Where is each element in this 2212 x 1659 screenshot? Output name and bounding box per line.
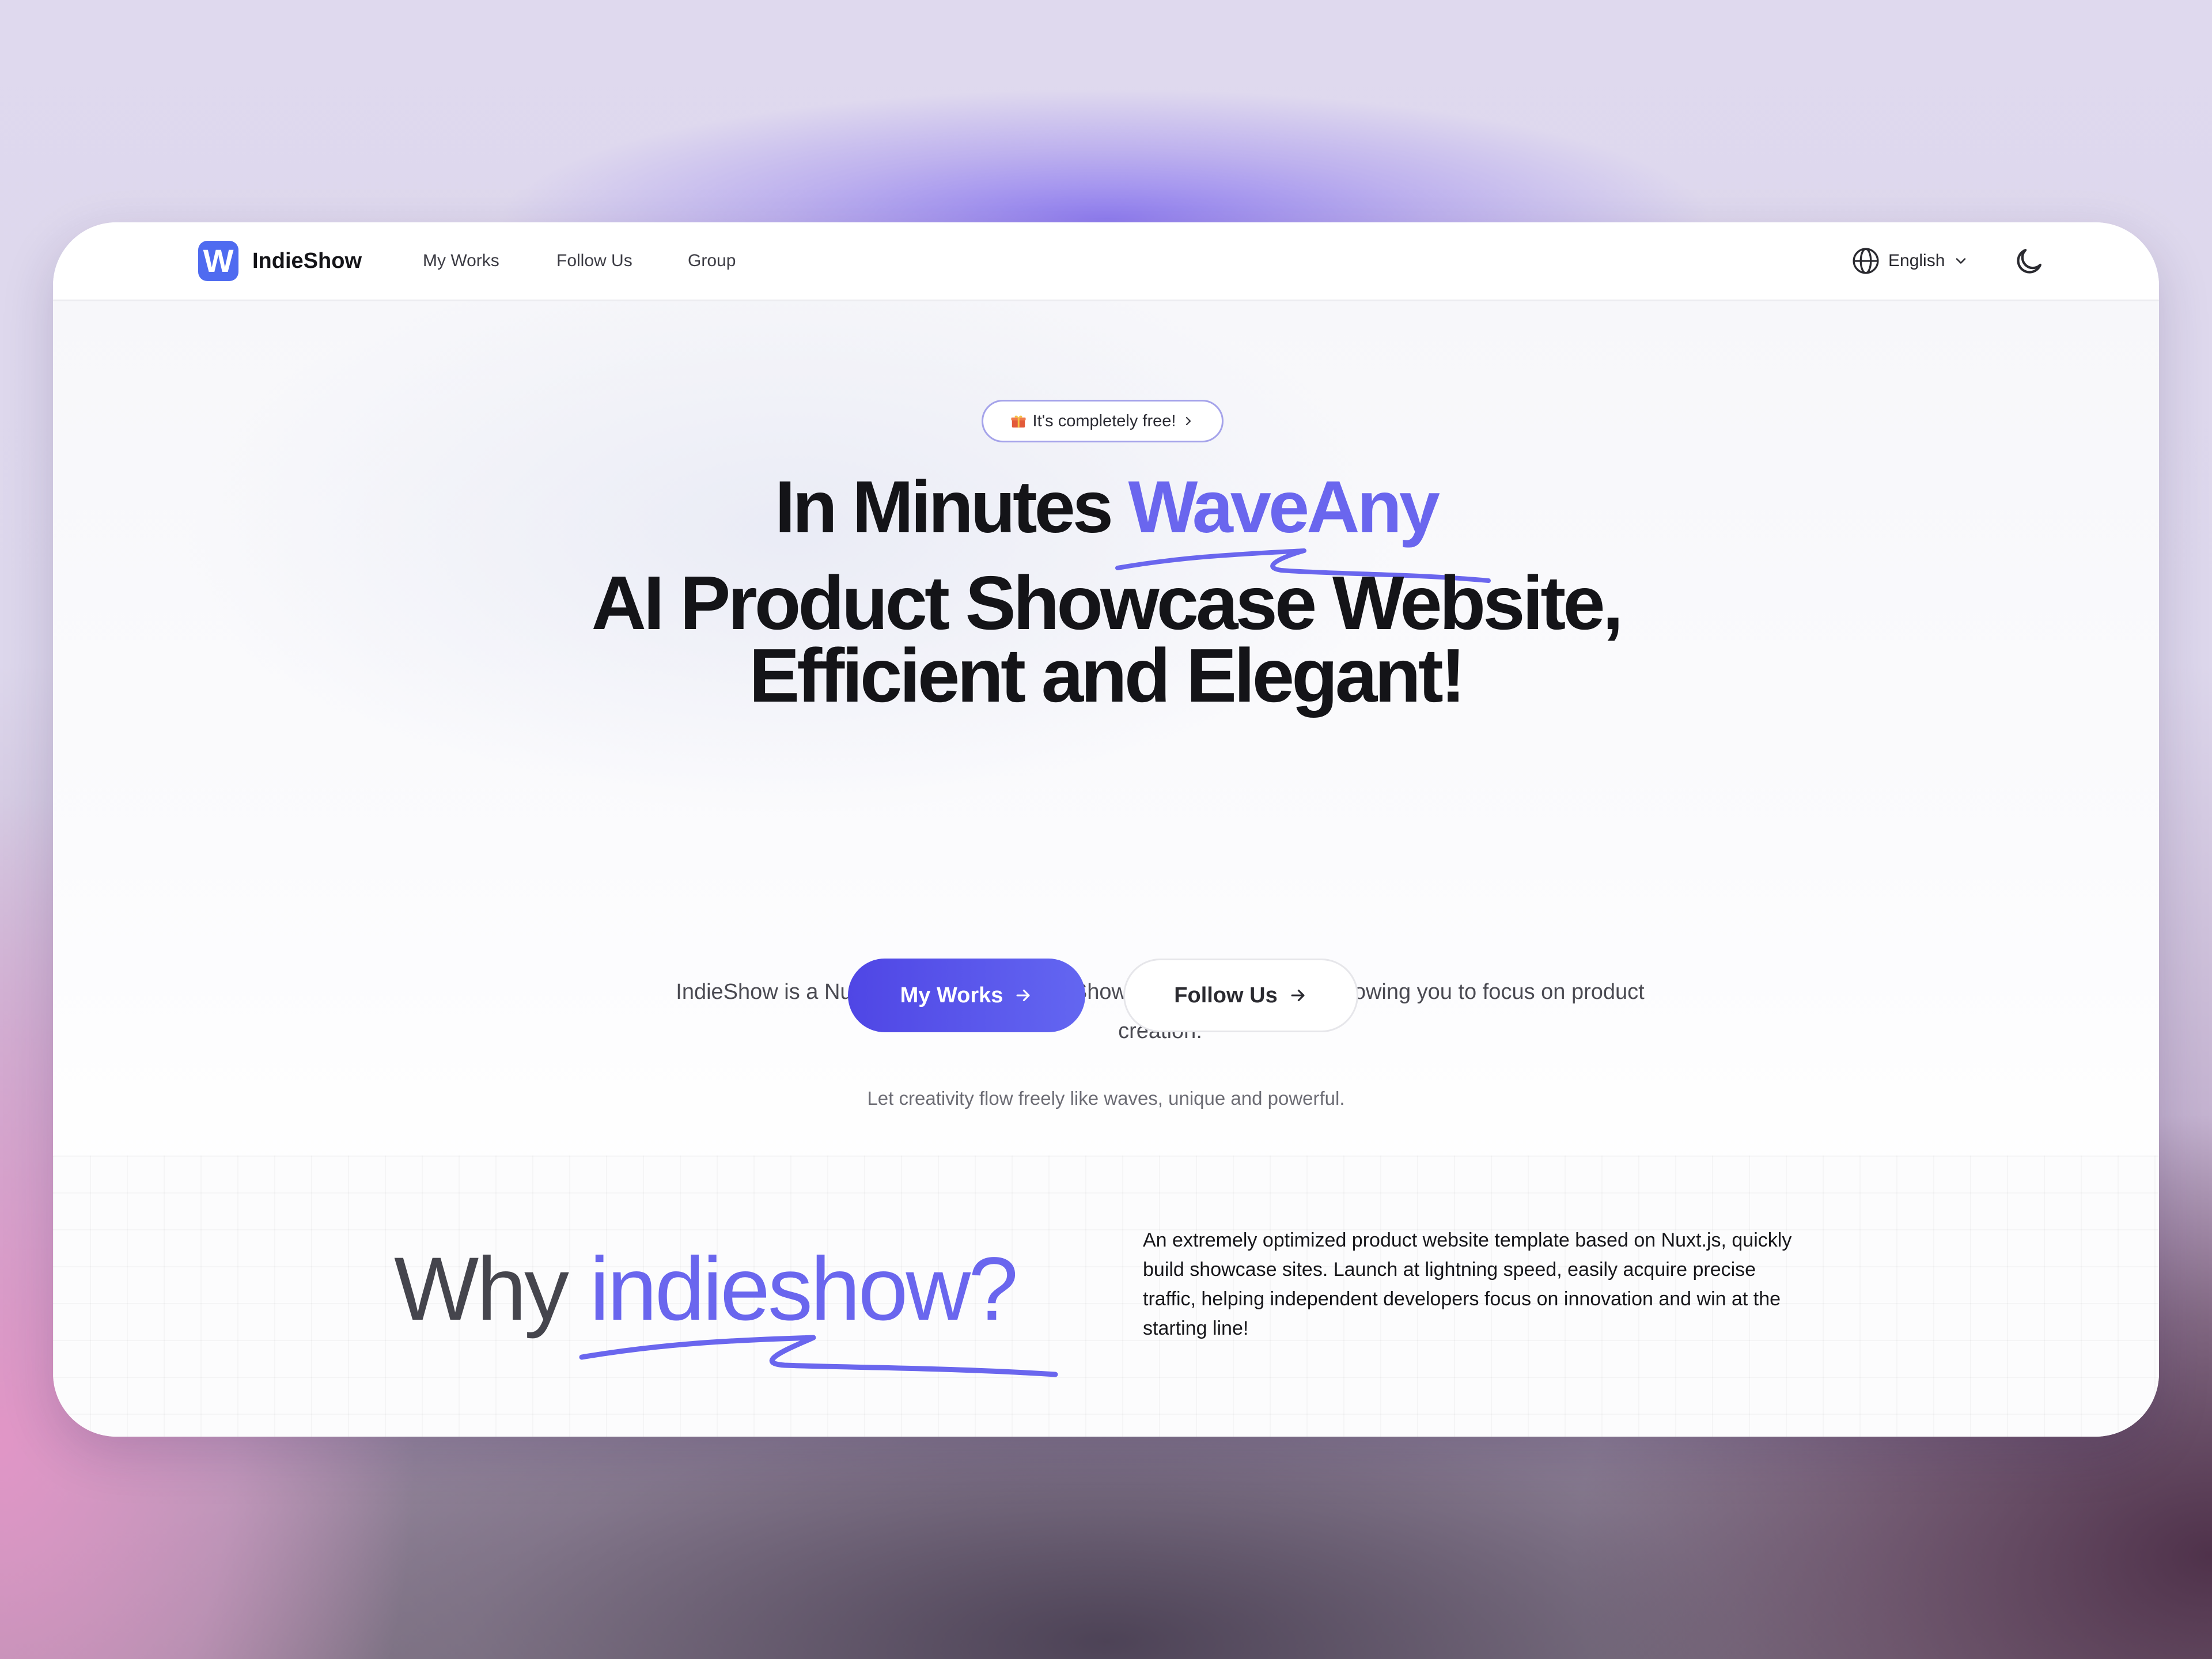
- why-heading: Why indieshow?: [394, 1237, 1018, 1341]
- hero-title-prefix: In Minutes: [775, 466, 1128, 548]
- nav-follow-us[interactable]: Follow Us: [556, 247, 632, 275]
- arrow-right-icon: [1016, 989, 1030, 1002]
- why-prefix: Why: [394, 1239, 590, 1339]
- globe-icon: [1853, 248, 1879, 274]
- free-badge[interactable]: It's completely free!: [982, 400, 1224, 442]
- gift-icon: [1011, 415, 1026, 428]
- nav-group[interactable]: Group: [688, 247, 736, 275]
- my-works-button-label: My Works: [900, 983, 1003, 1007]
- badge-text: It's completely free!: [1032, 411, 1176, 430]
- follow-us-button-label: Follow Us: [1174, 983, 1278, 1007]
- chevron-right-icon: [1186, 416, 1191, 426]
- arrow-right-icon: [1291, 989, 1305, 1002]
- moon-icon[interactable]: [2013, 245, 2045, 278]
- why-description: An extremely optimized product website t…: [1143, 1229, 1792, 1339]
- why-accent: indieshow?: [589, 1239, 1018, 1339]
- my-works-button[interactable]: My Works: [848, 959, 1085, 1032]
- hero-title-accent: WaveAny: [1128, 466, 1440, 548]
- hero-title-line-3: Efficient and Elegant!: [749, 633, 1465, 718]
- chevron-down-icon: [1956, 258, 1966, 264]
- nav-my-works[interactable]: My Works: [423, 247, 499, 275]
- language-selector[interactable]: English: [1851, 243, 1969, 279]
- logo-icon[interactable]: W: [198, 241, 238, 281]
- follow-us-button[interactable]: Follow Us: [1123, 959, 1358, 1032]
- language-label: English: [1888, 251, 1945, 270]
- hero-tagline: Let creativity flow freely like waves, u…: [867, 1088, 1345, 1109]
- logo-letter: W: [203, 243, 234, 279]
- brand-name[interactable]: IndieShow: [252, 244, 362, 278]
- hero-title-line-1: In Minutes WaveAny: [53, 464, 2159, 551]
- browser-card: W IndieShow My Works Follow Us Group Eng…: [53, 222, 2159, 1437]
- site-header: W IndieShow My Works Follow Us Group Eng…: [53, 222, 2159, 301]
- grid-background: [53, 1156, 2159, 1437]
